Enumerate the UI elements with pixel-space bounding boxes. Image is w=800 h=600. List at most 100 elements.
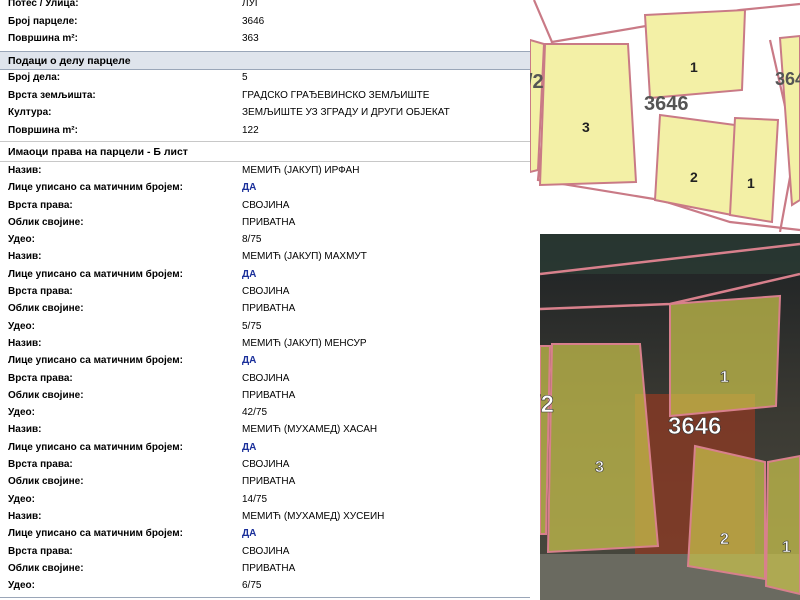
row-label: Назив: <box>8 251 42 262</box>
row-label: Врста права: <box>8 459 73 470</box>
row-part-area: Површина m²: 122 <box>0 122 530 140</box>
owner-name: МЕМИЋ (ЈАКУП) МЕНСУР <box>242 337 367 349</box>
ortho-part-label: 3 <box>595 459 604 476</box>
row-label: Врста права: <box>8 286 73 297</box>
owner-registered-row: Лице уписано са матичним бројем: ДА <box>0 266 530 284</box>
plan-edge-label: /2 <box>530 71 544 93</box>
owner-name: МЕМИЋ (ЈАКУП) МАХМУТ <box>242 251 367 262</box>
owner-registered-link[interactable]: ДА <box>242 439 256 457</box>
owner-share: 42/75 <box>242 407 268 418</box>
owner-share-row: Удео: 5/75 <box>0 318 530 336</box>
row-label: Облик својине: <box>8 476 84 487</box>
row-label: Лице уписано са матичним бројем: <box>8 355 183 366</box>
row-label: Назив: <box>8 510 42 522</box>
owner-registered-link[interactable]: ДА <box>242 266 256 284</box>
row-label: Број дела: <box>8 72 61 83</box>
row-label: Лице уписано са матичним бројем: <box>8 182 183 193</box>
owner-share-row: Удео: 8/75 <box>0 231 530 249</box>
ortho-part-label: 1 <box>720 369 729 386</box>
row-label: Врста права: <box>8 199 73 211</box>
plan-part-label: 1 <box>747 175 755 191</box>
owner-share: 6/75 <box>242 580 262 591</box>
row-label: Удео: <box>8 493 35 505</box>
plan-part-1-right <box>728 116 780 224</box>
orthophoto-svg: 1 3 2 1 3646 /2 <box>540 234 800 600</box>
row-label: Врста права: <box>8 545 73 557</box>
plan-part-1-top <box>643 8 747 100</box>
row-label: Потес / Улица: <box>8 0 79 9</box>
owner-ownership-form-row: Облик својине: ПРИВАТНА <box>0 214 530 232</box>
owner-share-row: Удео: 14/75 <box>0 491 530 509</box>
ortho-part-label: 1 <box>782 539 791 556</box>
row-label: Назив: <box>8 424 42 435</box>
ortho-edge-label: /2 <box>540 391 554 418</box>
owner-name-row: Назив: МЕМИЋ (МУХАМЕД) ХУСЕИН <box>0 508 530 526</box>
row-value: ЗЕМЉИШТЕ УЗ ЗГРАДУ И ДРУГИ ОБЈЕКАТ <box>242 107 450 118</box>
orthophoto-map: 1 3 2 1 3646 /2 <box>540 234 800 600</box>
cadastral-plan-svg: 1 3 2 1 3646 /2 364 <box>530 0 800 232</box>
row-value: 3646 <box>242 15 265 27</box>
owner-registered-row: Лице уписано са матичним бројем: ДА <box>0 352 530 370</box>
plan-edge-label: 364 <box>775 69 800 89</box>
row-label: Облик својине: <box>8 303 84 314</box>
plan-parcel-number: 3646 <box>644 93 689 115</box>
owner-ownership-form: ПРИВАТНА <box>242 303 296 314</box>
plan-part-2 <box>653 113 737 217</box>
owner-right-type-row: Врста права: СВОЈИНА <box>0 197 530 215</box>
row-label: Површина m²: <box>8 124 78 136</box>
owner-right-type-row: Врста права: СВОЈИНА <box>0 370 530 388</box>
owner-ownership-form-row: Облик својине: ПРИВАТНА <box>0 300 530 318</box>
ortho-part-label: 2 <box>720 531 729 548</box>
row-label: Лице уписано са матичним бројем: <box>8 268 183 280</box>
row-label: Лице уписано са матичним бројем: <box>8 528 183 539</box>
owner-ownership-form-row: Облик својине: ПРИВАТНА <box>0 473 530 491</box>
owner-right-type: СВОЈИНА <box>242 199 290 211</box>
owner-ownership-form-row: Облик својине: ПРИВАТНА <box>0 387 530 405</box>
cadastral-plan-map: 1 3 2 1 3646 /2 364 <box>530 0 800 232</box>
row-culture: Култура: ЗЕМЉИШТЕ УЗ ЗГРАДУ И ДРУГИ ОБЈЕ… <box>0 104 530 122</box>
row-value: 363 <box>242 33 259 44</box>
row-label: Број парцеле: <box>8 15 78 27</box>
row-label: Облик својине: <box>8 389 84 401</box>
owner-name-row: Назив: МЕМИЋ (МУХАМЕД) ХАСАН <box>0 421 530 439</box>
owner-share-row: Удео: 42/75 <box>0 404 530 422</box>
owner-name: МЕМИЋ (МУХАМЕД) ХАСАН <box>242 424 378 435</box>
owner-right-type: СВОЈИНА <box>242 459 290 470</box>
divider <box>0 141 530 142</box>
row-value: ГРАДСКО ГРАЂЕВИНСКО ЗЕМЉИШТЕ <box>242 89 430 101</box>
owner-registered-row: Лице уписано са матичним бројем: ДА <box>0 439 530 457</box>
ortho-part-2 <box>686 444 766 581</box>
row-parcel-number: Број парцеле: 3646 <box>0 13 530 31</box>
row-label: Облик својине: <box>8 216 84 228</box>
ortho-part-1-top <box>669 294 782 418</box>
owner-registered-link[interactable]: ДА <box>242 352 256 370</box>
row-part-number: Број дела: 5 <box>0 69 530 87</box>
plan-part-label: 1 <box>690 59 698 75</box>
owner-registered-link[interactable]: ДА <box>242 179 256 197</box>
row-label: Култура: <box>8 107 52 118</box>
row-label: Удео: <box>8 407 35 418</box>
owner-name: МЕМИЋ (ЈАКУП) ИРФАН <box>242 164 360 176</box>
parcel-record-panel: Потес / Улица: ЛУГ Број парцеле: 3646 По… <box>0 0 530 600</box>
plan-part-label: 3 <box>582 119 590 135</box>
ortho-parcel-number: 3646 <box>668 413 721 440</box>
owner-registered-row: Лице уписано са матичним бројем: ДА <box>0 179 530 197</box>
owner-right-type-row: Врста права: СВОЈИНА <box>0 456 530 474</box>
section-header-owners: Имаоци права на парцели - Б лист <box>0 143 530 162</box>
section-header-parcel-part: Подаци о делу парцеле <box>0 51 530 70</box>
owner-registered-link[interactable]: ДА <box>242 525 256 543</box>
row-label: Врста права: <box>8 372 73 384</box>
owner-share: 5/75 <box>242 320 262 332</box>
owner-registered-row: Лице уписано са матичним бројем: ДА <box>0 525 530 543</box>
owner-ownership-form: ПРИВАТНА <box>242 562 296 574</box>
owner-ownership-form-row: Облик својине: ПРИВАТНА <box>0 560 530 578</box>
row-label: Облик својине: <box>8 562 84 574</box>
row-label: Површина m²: <box>8 33 78 44</box>
owner-right-type-row: Врста права: СВОЈИНА <box>0 543 530 561</box>
divider <box>0 597 530 598</box>
row-label: Удео: <box>8 320 35 332</box>
owner-ownership-form: ПРИВАТНА <box>242 216 296 228</box>
owner-ownership-form: ПРИВАТНА <box>242 389 296 401</box>
owner-name-row: Назив: МЕМИЋ (ЈАКУП) МЕНСУР <box>0 335 530 353</box>
owner-right-type: СВОЈИНА <box>242 545 290 557</box>
